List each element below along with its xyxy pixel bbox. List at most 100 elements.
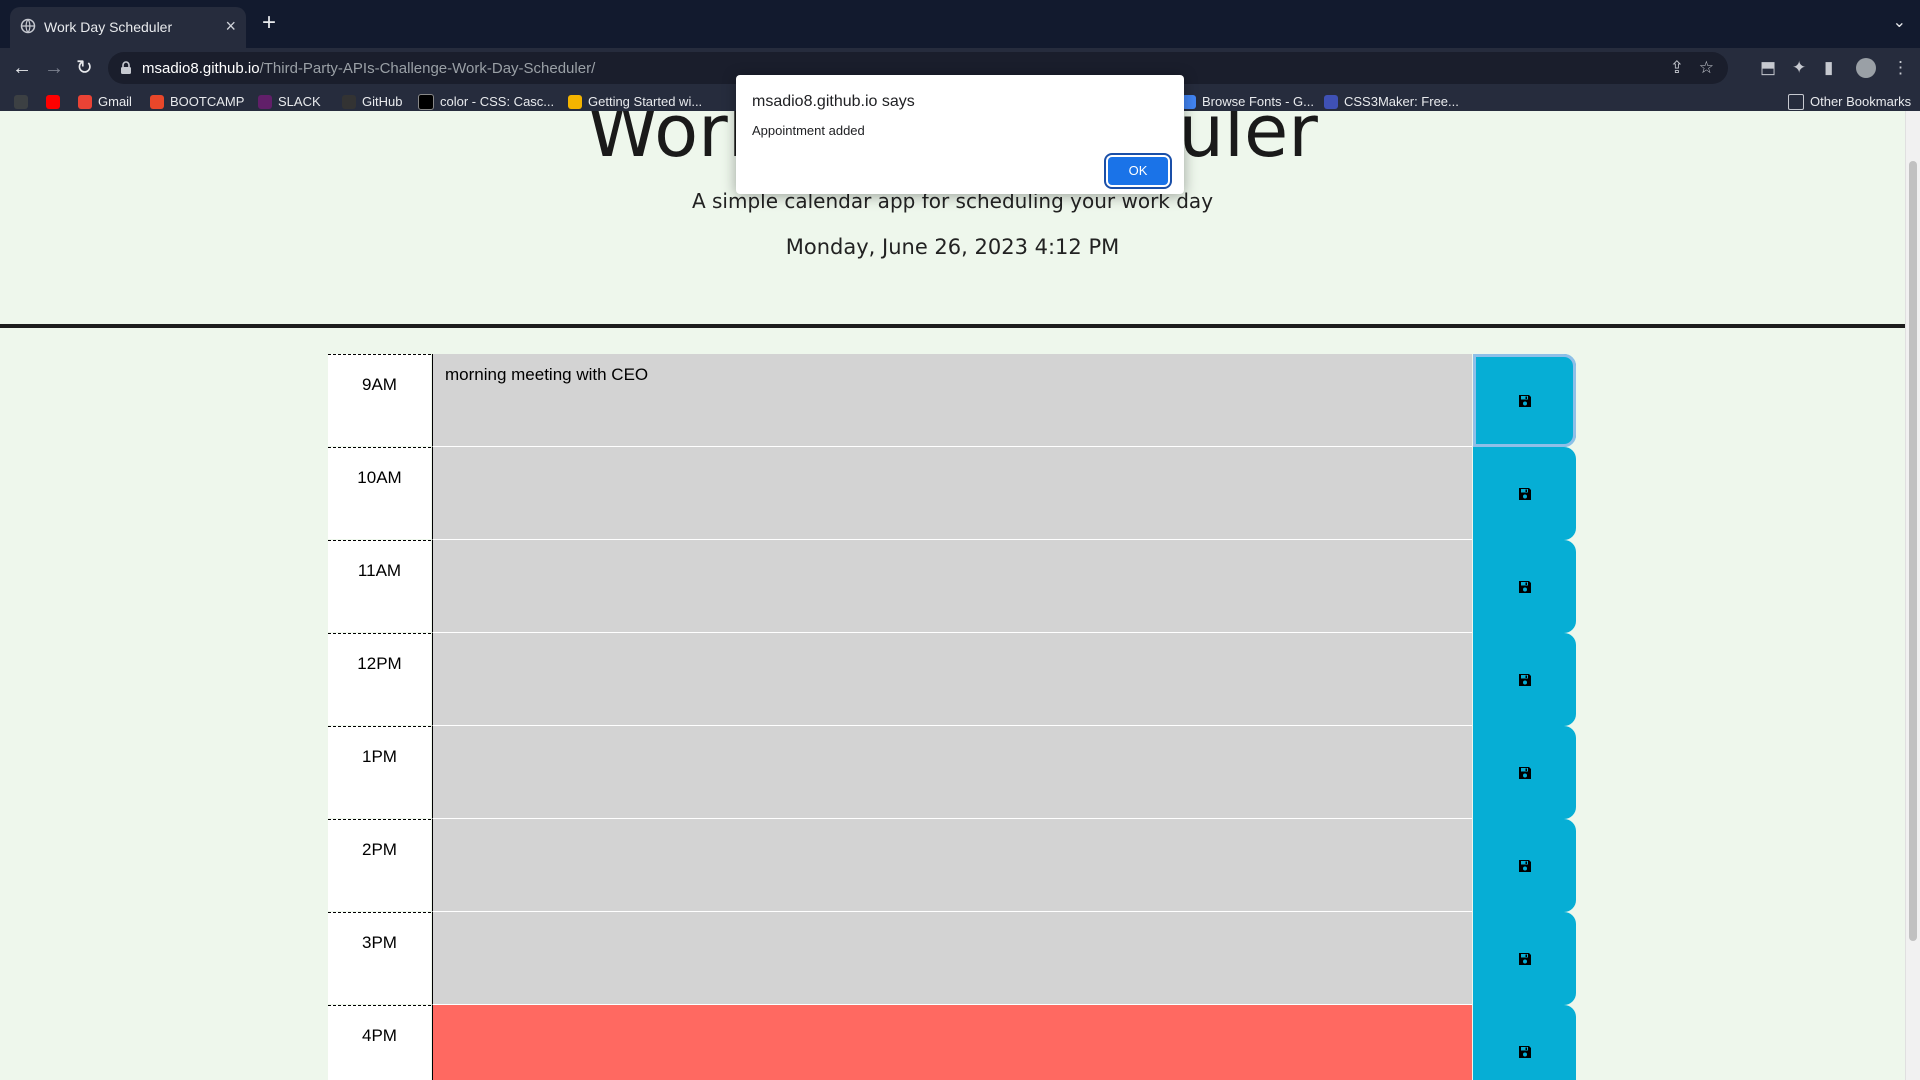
bookmark-browse-fonts[interactable]: Browse Fonts - G... [1182,92,1314,111]
time-block: 3PM [328,912,1578,1005]
page-scrollbar[interactable] [1905,111,1920,1080]
other-bookmarks[interactable]: Other Bookmarks [1788,92,1911,111]
bookmark-label: Gmail [98,94,132,109]
side-panel-icon[interactable]: ▮ [1824,58,1833,78]
apps-favicon [14,94,28,109]
time-block: 9AM morning meeting with CEO [328,354,1578,447]
current-date: Monday, June 26, 2023 4:12 PM [785,235,1120,259]
time-block: 1PM [328,726,1578,819]
bookmark-label: BOOTCAMP [170,94,245,109]
save-icon [1518,580,1531,593]
hour-label: 1PM [328,726,431,818]
description-textarea[interactable] [432,912,1472,1005]
description-textarea[interactable] [432,447,1472,540]
folder-icon [1788,93,1804,110]
time-block: 12PM [328,633,1578,726]
description-textarea[interactable] [432,633,1472,726]
browser-tab[interactable]: Work Day Scheduler × [10,7,246,48]
save-button[interactable] [1473,540,1576,633]
bookmark-mdn[interactable]: color - CSS: Casc... [418,92,554,111]
time-block-list: 9AM morning meeting with CEO 10AM 11AM 1… [328,354,1578,1080]
getting-started-icon [568,94,582,109]
bookmark-label: CSS3Maker: Free... [1344,94,1459,109]
save-button[interactable] [1473,354,1576,447]
save-icon [1518,673,1531,686]
bootcamp-icon [150,94,164,109]
bookmark-label: Getting Started wi... [588,94,703,109]
forward-icon[interactable]: → [44,58,64,78]
url-path: /Third-Party-APIs-Challenge-Work-Day-Sch… [259,60,596,77]
save-icon [1518,952,1531,965]
hour-label: 9AM [328,354,431,446]
save-icon [1518,766,1531,779]
slack-icon [258,94,272,109]
new-tab-icon[interactable]: + [262,11,276,35]
share-icon[interactable]: ⇪ [1670,58,1684,78]
bookmark-css3maker[interactable]: CSS3Maker: Free... [1324,92,1459,111]
save-button[interactable] [1473,726,1576,819]
bookmark-label: color - CSS: Casc... [440,94,555,109]
other-bookmarks-label: Other Bookmarks [1810,94,1912,109]
bookmark-label: GitHub [362,94,403,109]
time-block: 11AM [328,540,1578,633]
hour-label: 4PM [328,1005,431,1080]
description-textarea[interactable] [432,540,1472,633]
save-icon [1518,394,1531,407]
bookmark-github[interactable]: GitHub [342,92,402,111]
url-text[interactable]: msadio8.github.io/Third-Party-APIs-Chall… [142,60,595,77]
page-content: Work Day Scheduler A simple calendar app… [0,111,1905,1080]
url-host: msadio8.github.io [142,60,260,77]
bookmark-gmail[interactable]: Gmail [78,92,132,111]
description-textarea[interactable] [432,1005,1472,1080]
tab-strip: Work Day Scheduler × + ⌄ [0,0,1920,48]
scrollbar-thumb[interactable] [1909,161,1917,941]
apps-icon[interactable] [14,92,28,111]
save-icon [1518,1045,1531,1058]
hour-label: 10AM [328,447,431,539]
bookmark-label: Browse Fonts - G... [1202,94,1314,109]
description-textarea[interactable] [432,819,1472,912]
header-divider [0,324,1905,328]
globe-icon [20,18,36,34]
hour-label: 11AM [328,540,431,632]
save-button[interactable] [1473,912,1576,1005]
description-textarea[interactable] [432,726,1472,819]
description-textarea[interactable]: morning meeting with CEO [432,354,1472,447]
lock-icon[interactable] [120,61,132,75]
dialog-title: msadio8.github.io says [752,93,915,110]
css3maker-icon [1324,94,1338,109]
ok-button[interactable]: OK [1108,157,1168,185]
gmail-icon [78,94,92,109]
bookmark-getting-started[interactable]: Getting Started wi... [568,92,702,111]
bookmark-bootcamp[interactable]: BOOTCAMP [150,92,244,111]
save-button[interactable] [1473,1005,1576,1080]
tab-title: Work Day Scheduler [44,19,173,35]
save-icon [1518,859,1531,872]
hour-label: 2PM [328,819,431,911]
hour-label: 12PM [328,633,431,725]
time-block: 2PM [328,819,1578,912]
save-button[interactable] [1473,819,1576,912]
time-block: 10AM [328,447,1578,540]
youtube-icon[interactable] [46,92,60,111]
save-button[interactable] [1473,633,1576,726]
puzzle-extensions-icon[interactable]: ✦ [1792,58,1806,78]
alert-dialog: msadio8.github.io says Appointment added… [736,75,1184,194]
dialog-message: Appointment added [752,123,865,138]
close-tab-icon[interactable]: × [225,17,236,35]
menu-icon[interactable]: ⋮ [1892,58,1909,78]
back-icon[interactable]: ← [12,58,32,78]
bookmark-star-icon[interactable]: ☆ [1699,58,1714,78]
google-fonts-icon [1182,94,1196,109]
profile-avatar[interactable] [1856,58,1876,78]
reload-icon[interactable]: ↻ [76,58,93,78]
time-block: 4PM [328,1005,1578,1080]
bookmark-slack[interactable]: SLACK [258,92,321,111]
extension-icon[interactable]: ⬒ [1760,58,1776,78]
tab-search-chevron-icon[interactable]: ⌄ [1893,12,1906,32]
bookmark-label: SLACK [278,94,321,109]
youtube-favicon [46,94,60,109]
mdn-icon [418,93,434,110]
save-button[interactable] [1473,447,1576,540]
github-icon [342,94,356,109]
